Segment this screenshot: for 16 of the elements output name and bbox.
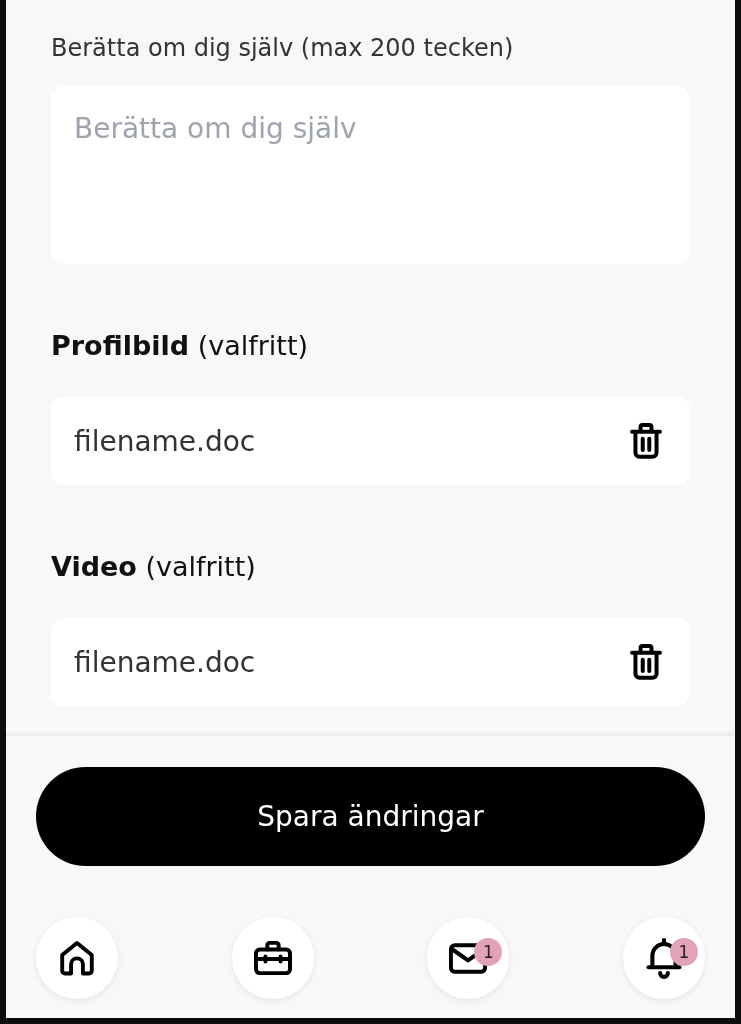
upload-label: Profilbild (valfritt)	[51, 330, 309, 362]
bio-label: Berätta om dig själv (max 200 tecken)	[51, 34, 514, 62]
mail-nav-button[interactable]: 1	[427, 917, 510, 999]
bio-field[interactable]: Berätta om dig själv	[51, 86, 690, 264]
briefcase-icon	[253, 941, 292, 975]
trash-icon[interactable]	[630, 644, 662, 680]
bell-icon	[645, 937, 682, 979]
count-badge: 1	[474, 938, 503, 966]
upload-label: Video (valfritt)	[51, 551, 256, 583]
file-name: filename.doc	[74, 645, 256, 679]
trash-icon[interactable]	[630, 423, 662, 459]
home-icon	[60, 940, 94, 976]
file-name: filename.doc	[74, 424, 256, 458]
save-button[interactable]: Spara ändringar	[36, 767, 705, 866]
count-badge: 1	[669, 938, 698, 966]
bell-nav-button[interactable]: 1	[622, 917, 705, 999]
